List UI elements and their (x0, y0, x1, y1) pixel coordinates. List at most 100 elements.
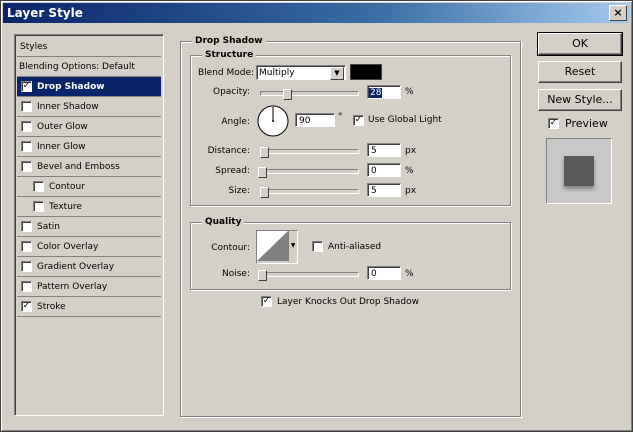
styles-item-pattern-overlay[interactable]: Pattern Overlay (17, 277, 161, 297)
knockout-checkbox[interactable]: ✓ (261, 296, 272, 307)
preview-label[interactable]: Preview (565, 117, 608, 130)
angle-unit: ° (338, 112, 343, 122)
reset-button[interactable]: Reset (538, 61, 622, 83)
use-global-light-label[interactable]: Use Global Light (368, 115, 442, 125)
styles-header[interactable]: Styles (17, 37, 161, 57)
styles-item-checkbox[interactable]: ✓ (21, 301, 32, 312)
styles-item-label: Color Overlay (37, 241, 99, 252)
styles-item-satin[interactable]: Satin (17, 217, 161, 237)
quality-title: Quality (202, 217, 245, 227)
checkmark-icon: ✓ (22, 301, 31, 311)
styles-item-inner-shadow[interactable]: Inner Shadow (17, 97, 161, 117)
style-preview-thumbnail (546, 138, 612, 204)
styles-item-label: Contour (49, 181, 85, 192)
styles-header-label: Styles (20, 41, 48, 52)
styles-item-checkbox[interactable] (21, 261, 32, 272)
opacity-input[interactable]: 28 (367, 85, 401, 99)
styles-item-label: Texture (49, 201, 82, 212)
checkmark-icon: ✓ (262, 296, 271, 306)
styles-item-label: Satin (37, 221, 60, 232)
drop-shadow-title: Drop Shadow (192, 36, 266, 46)
styles-list: Styles Blending Options: Default ✓ Drop Sh… (14, 34, 164, 416)
opacity-slider-thumb[interactable] (283, 89, 292, 100)
styles-item-label: Inner Glow (37, 141, 86, 152)
knockout-label[interactable]: Layer Knocks Out Drop Shadow (277, 297, 419, 307)
ok-button[interactable]: OK (537, 32, 623, 56)
blend-mode-label: Blend Mode: (198, 68, 255, 78)
styles-item-label: Gradient Overlay (37, 261, 115, 272)
styles-item-checkbox[interactable] (33, 201, 44, 212)
styles-item-checkbox[interactable]: ✓ (21, 81, 32, 92)
blend-mode-value: Multiply (259, 68, 295, 78)
contour-dropdown-arrow-icon[interactable]: ▼ (288, 231, 297, 261)
spread-slider-thumb[interactable] (258, 167, 267, 178)
contour-picker[interactable]: ▼ (256, 230, 298, 264)
blend-mode-select[interactable]: Multiply ▼ (256, 65, 346, 80)
contour-label: Contour: (211, 243, 250, 253)
styles-item-checkbox[interactable] (21, 161, 32, 172)
checkmark-icon: ✓ (22, 81, 31, 91)
size-unit: px (405, 186, 417, 196)
distance-slider-thumb[interactable] (260, 147, 269, 158)
styles-item-checkbox[interactable] (21, 141, 32, 152)
noise-unit: % (405, 269, 414, 279)
distance-label: Distance: (207, 146, 250, 156)
styles-item-blending-options-default[interactable]: Blending Options: Default (17, 57, 161, 77)
styles-item-texture[interactable]: Texture (17, 197, 161, 217)
noise-slider-thumb[interactable] (258, 270, 267, 281)
styles-item-label: Outer Glow (37, 121, 88, 132)
opacity-value: 28 (369, 88, 383, 98)
spread-slider[interactable] (260, 169, 359, 174)
contour-preview (257, 231, 288, 261)
checkmark-icon: ✓ (354, 115, 363, 125)
noise-slider[interactable] (260, 272, 359, 277)
checkmark-icon: ✓ (549, 118, 558, 128)
quality-group (190, 222, 511, 290)
opacity-unit: % (405, 87, 414, 97)
styles-item-label: Pattern Overlay (37, 281, 108, 292)
styles-item-label: Blending Options: Default (19, 61, 135, 72)
styles-item-inner-glow[interactable]: Inner Glow (17, 137, 161, 157)
shadow-color-swatch[interactable] (350, 64, 382, 80)
structure-title: Structure (202, 50, 257, 60)
spread-unit: % (405, 166, 414, 176)
anti-aliased-label[interactable]: Anti-aliased (328, 242, 381, 252)
styles-item-label: Bevel and Emboss (37, 161, 120, 172)
anti-aliased-checkbox[interactable] (312, 241, 323, 252)
window-title: Layer Style (7, 6, 83, 20)
styles-item-contour[interactable]: Contour (17, 177, 161, 197)
angle-input[interactable]: 90 (295, 113, 335, 127)
preview-swatch (564, 156, 594, 186)
styles-item-label: Inner Shadow (37, 101, 99, 112)
spread-input[interactable]: 0 (367, 163, 401, 177)
opacity-label: Opacity: (213, 87, 250, 97)
size-slider[interactable] (260, 189, 359, 194)
styles-item-drop-shadow[interactable]: ✓ Drop Shadow (17, 77, 161, 97)
noise-input[interactable]: 0 (367, 266, 401, 280)
title-bar[interactable]: Layer Style × (3, 3, 630, 23)
spread-label: Spread: (215, 166, 250, 176)
preview-checkbox[interactable]: ✓ (548, 118, 559, 129)
styles-item-color-overlay[interactable]: Color Overlay (17, 237, 161, 257)
distance-unit: px (405, 146, 417, 156)
styles-item-gradient-overlay[interactable]: Gradient Overlay (17, 257, 161, 277)
opacity-slider[interactable] (260, 91, 359, 96)
use-global-light-checkbox[interactable]: ✓ (353, 115, 364, 126)
styles-item-checkbox[interactable] (33, 181, 44, 192)
styles-item-checkbox[interactable] (21, 241, 32, 252)
styles-item-checkbox[interactable] (21, 221, 32, 232)
styles-item-checkbox[interactable] (21, 281, 32, 292)
noise-label: Noise: (222, 269, 250, 279)
styles-item-checkbox[interactable] (21, 101, 32, 112)
styles-item-checkbox[interactable] (21, 121, 32, 132)
angle-dial[interactable] (256, 104, 290, 138)
close-button[interactable]: × (609, 5, 627, 21)
distance-slider[interactable] (260, 149, 359, 154)
styles-item-bevel-and-emboss[interactable]: Bevel and Emboss (17, 157, 161, 177)
distance-input[interactable]: 5 (367, 143, 401, 157)
size-input[interactable]: 5 (367, 183, 401, 197)
styles-item-outer-glow[interactable]: Outer Glow (17, 117, 161, 137)
new-style-button[interactable]: New Style... (538, 89, 622, 111)
styles-item-stroke[interactable]: ✓ Stroke (17, 297, 161, 317)
size-slider-thumb[interactable] (260, 187, 269, 198)
